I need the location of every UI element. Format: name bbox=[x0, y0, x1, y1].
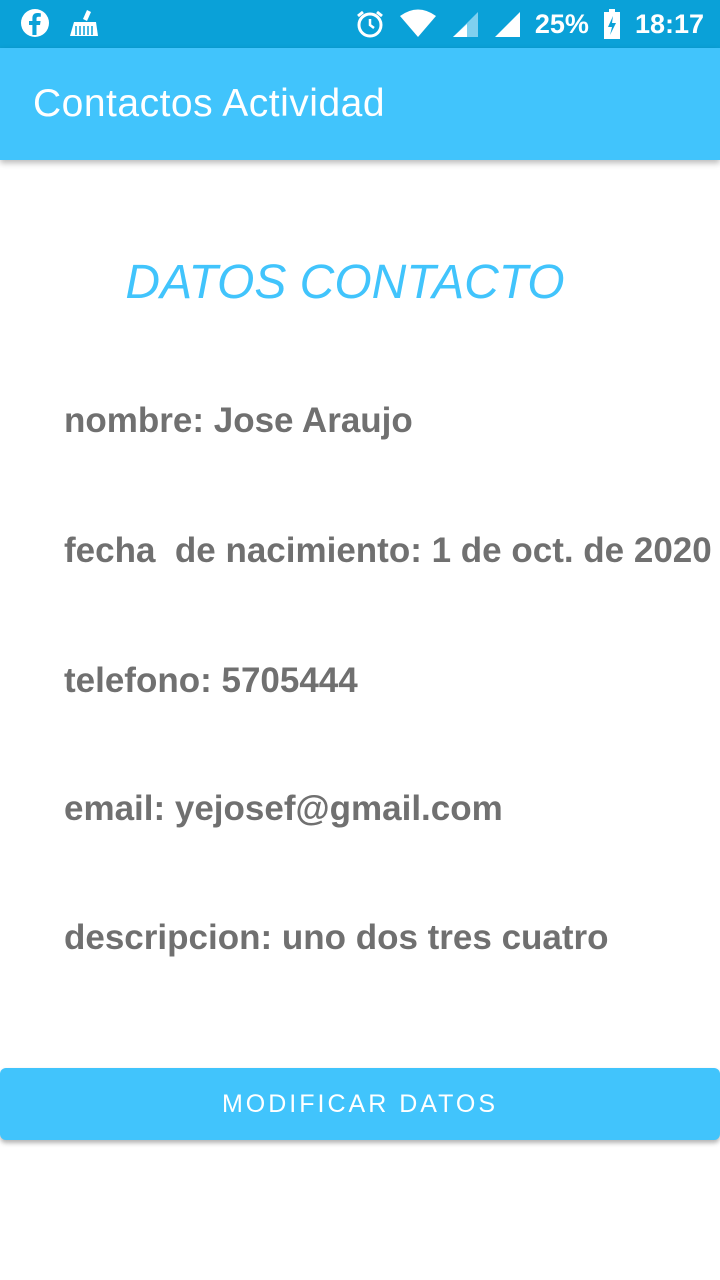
wifi-icon bbox=[399, 9, 437, 39]
facebook-icon bbox=[20, 8, 50, 38]
signal-icon bbox=[493, 9, 521, 39]
app-title: Contactos Actividad bbox=[33, 82, 386, 125]
status-bar: 25% 18:17 bbox=[0, 0, 720, 48]
field-fecha-nacimiento: fecha de nacimiento: 1 de oct. de 2020 bbox=[64, 531, 712, 570]
field-descripcion: descripcion: uno dos tres cuatro bbox=[64, 918, 609, 957]
clock: 18:17 bbox=[634, 9, 704, 39]
status-bar-left bbox=[20, 8, 100, 38]
app-bar: Contactos Actividad bbox=[0, 48, 720, 160]
status-bar-right: 25% 18:17 bbox=[355, 6, 704, 42]
field-nombre: nombre: Jose Araujo bbox=[64, 401, 413, 440]
field-email: email: yejosef@gmail.com bbox=[64, 789, 503, 828]
cleaner-icon bbox=[68, 8, 100, 38]
alarm-icon bbox=[355, 9, 385, 39]
signal-icon bbox=[451, 9, 479, 39]
modify-data-button[interactable]: MODIFICAR DATOS bbox=[0, 1068, 720, 1140]
battery-charging-icon bbox=[603, 8, 621, 40]
battery-percentage: 25% bbox=[534, 9, 589, 39]
section-heading: DATOS CONTACTO bbox=[125, 256, 565, 309]
field-telefono: telefono: 5705444 bbox=[64, 661, 358, 700]
